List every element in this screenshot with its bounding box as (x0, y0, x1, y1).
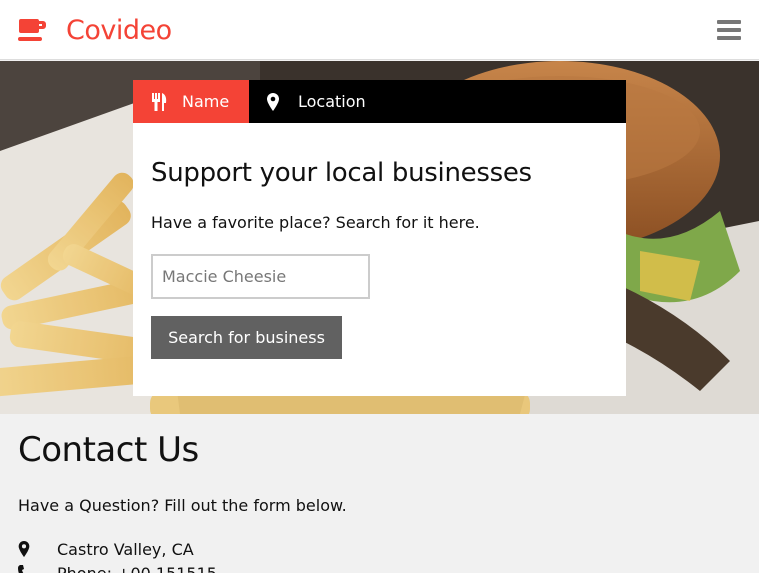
hamburger-menu-icon[interactable] (714, 16, 744, 44)
map-marker-icon (18, 541, 30, 557)
tab-location-label: Location (298, 92, 366, 111)
contact-phone-row: Phone: +00 151515 (18, 562, 217, 573)
tab-location[interactable]: Location (249, 80, 366, 123)
business-search-card: Name Location Support your local busines… (133, 80, 626, 396)
cutlery-icon (152, 92, 167, 111)
search-for-business-button[interactable]: Search for business (151, 316, 342, 359)
contact-location-text: Castro Valley, CA (57, 539, 194, 559)
brand-name: Covideo (66, 14, 172, 46)
contact-phone-text: Phone: +00 151515 (57, 563, 217, 573)
phone-icon (18, 565, 24, 573)
map-marker-icon (267, 92, 279, 111)
coffee-cup-icon (18, 19, 46, 41)
brand-logo-link[interactable]: Covideo (18, 12, 172, 48)
contact-title: Contact Us (18, 430, 199, 470)
top-navigation-bar: Covideo (0, 0, 759, 60)
business-search-input[interactable] (151, 254, 370, 299)
card-subtitle: Have a favorite place? Search for it her… (151, 213, 480, 232)
tab-name-label: Name (182, 92, 230, 111)
tab-name[interactable]: Name (133, 80, 249, 123)
contact-subtitle: Have a Question? Fill out the form below… (18, 496, 347, 515)
hero-banner: Name Location Support your local busines… (0, 61, 759, 414)
contact-location-row: Castro Valley, CA (18, 538, 194, 560)
card-title: Support your local businesses (151, 158, 532, 188)
search-tab-bar: Name Location (133, 80, 626, 123)
